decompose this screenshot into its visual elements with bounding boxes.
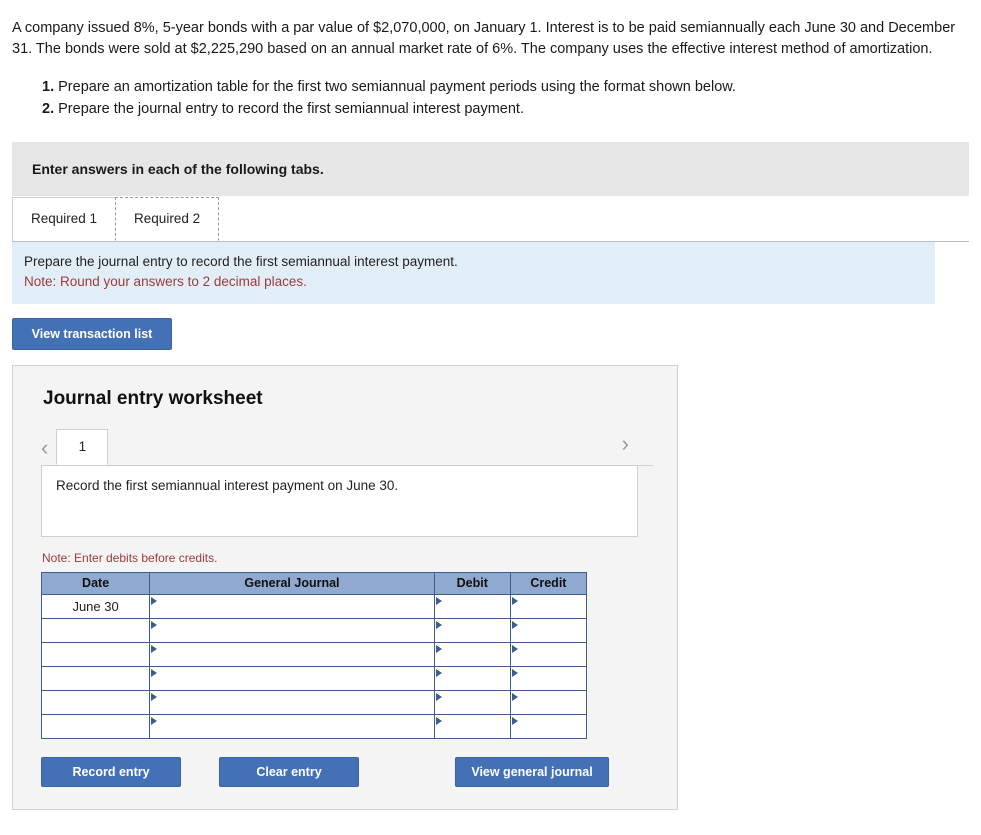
dropdown-marker-icon [511,668,518,677]
journal-cell-debit-6[interactable] [433,713,511,739]
page-root: A company issued 8%, 5-year bonds with a… [0,0,981,835]
instruction-note: Note: Round your answers to 2 decimal pl… [24,274,307,290]
tabstrip: Required 1 Required 2 [12,196,969,243]
dropdown-marker-icon [151,668,158,677]
requirement-2: 2. Prepare the journal entry to record t… [42,99,969,120]
tab-required-2[interactable]: Required 2 [115,197,220,242]
journal-cell-account-1[interactable] [149,593,435,619]
instruction-panel: Prepare the journal entry to record the … [12,242,935,304]
journal-cell-credit-5[interactable] [509,689,588,715]
view-general-journal-button[interactable]: View general journal [455,756,609,787]
worksheet-title: Journal entry worksheet [43,387,263,409]
journal-cell-debit-4[interactable] [433,665,511,691]
clear-entry-button[interactable]: Clear entry [219,756,359,787]
journal-header-general-journal: General Journal [149,571,435,595]
journal-header-row: Date General Journal Debit Credit [40,571,588,595]
worksheet-record-description: Record the first semiannual interest pay… [41,464,638,537]
dropdown-marker-icon [151,644,158,653]
journal-cell-account-5[interactable] [149,689,435,715]
dropdown-marker-icon [435,644,442,653]
dropdown-marker-icon [511,692,518,701]
journal-cell-account-3[interactable] [149,641,435,667]
problem-text: A company issued 8%, 5-year bonds with a… [12,20,956,57]
dropdown-marker-icon [435,668,442,677]
journal-cell-credit-1[interactable] [509,593,588,619]
journal-cell-credit-4[interactable] [509,665,588,691]
journal-cell-date-2[interactable] [40,617,151,643]
journal-cell-account-2[interactable] [149,617,435,643]
dropdown-marker-icon [511,716,518,725]
journal-entry-table: Date General Journal Debit Credit June 3… [40,571,588,739]
dropdown-marker-icon [435,620,442,629]
journal-cell-credit-6[interactable] [509,713,588,739]
table-row [40,665,588,691]
problem-statement: A company issued 8%, 5-year bonds with a… [0,0,981,120]
journal-cell-credit-3[interactable] [509,641,588,667]
requirement-1-number: 1. [42,79,55,96]
requirement-1-text: Prepare an amortization table for the fi… [58,79,736,96]
journal-cell-date-4[interactable] [40,665,151,691]
worksheet-page-tab-1[interactable]: 1 [56,428,109,465]
dropdown-marker-icon [151,692,158,701]
journal-cell-date-6[interactable] [40,713,151,739]
table-row [40,713,588,739]
dropdown-marker-icon [435,692,442,701]
dropdown-marker-icon [151,620,158,629]
journal-cell-debit-2[interactable] [433,617,511,643]
requirement-1: 1. Prepare an amortization table for the… [42,77,969,98]
worksheet-footer-buttons: Record entry Clear entry View general jo… [41,756,647,787]
chevron-left-icon[interactable]: ‹ [41,436,56,465]
record-entry-button[interactable]: Record entry [41,756,181,787]
journal-cell-credit-2[interactable] [509,617,588,643]
instruction-main: Prepare the journal entry to record the … [24,254,458,270]
journal-header-debit: Debit [433,571,511,595]
table-row [40,689,588,715]
requirements-list: 1. Prepare an amortization table for the… [12,77,969,120]
debit-credit-note: Note: Enter debits before credits. [42,550,218,565]
tabs-banner: Enter answers in each of the following t… [12,142,969,197]
journal-cell-debit-3[interactable] [433,641,511,667]
dropdown-marker-icon [435,716,442,725]
dropdown-marker-icon [151,596,158,605]
journal-cell-date-5[interactable] [40,689,151,715]
requirement-2-number: 2. [42,101,55,118]
journal-cell-account-4[interactable] [149,665,435,691]
journal-cell-account-6[interactable] [149,713,435,739]
journal-cell-debit-1[interactable] [433,593,511,619]
journal-cell-debit-5[interactable] [433,689,511,715]
journal-entry-worksheet: Journal entry worksheet ‹ 1 › Record the… [12,364,678,810]
table-row [40,641,588,667]
dropdown-marker-icon [511,596,518,605]
worksheet-pager: ‹ 1 › [41,428,653,466]
requirement-2-text: Prepare the journal entry to record the … [58,101,524,118]
table-row: June 30 [40,593,588,619]
journal-cell-date-1[interactable]: June 30 [40,593,151,619]
dropdown-marker-icon [511,620,518,629]
dropdown-marker-icon [151,716,158,725]
dropdown-marker-icon [435,596,442,605]
chevron-right-icon[interactable]: › [622,432,637,461]
journal-header-credit: Credit [509,571,588,595]
tab-required-1[interactable]: Required 1 [12,197,117,242]
table-row [40,617,588,643]
journal-cell-date-3[interactable] [40,641,151,667]
view-transaction-list-button[interactable]: View transaction list [12,317,172,350]
dropdown-marker-icon [511,644,518,653]
journal-header-date: Date [40,571,151,595]
